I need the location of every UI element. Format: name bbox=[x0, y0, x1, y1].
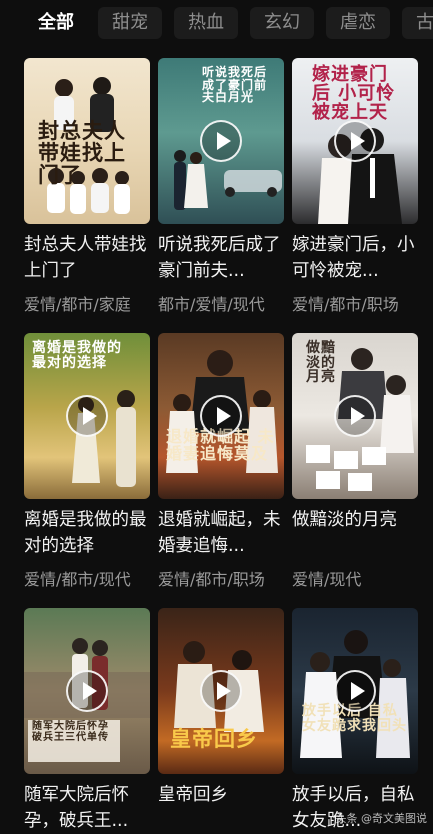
play-icon[interactable] bbox=[66, 395, 108, 437]
poster-title: 听说我死后成了豪门前夫白月光 bbox=[202, 65, 268, 105]
drama-poster[interactable]: 随军大院后怀孕 破兵王三代单传 bbox=[24, 608, 150, 774]
drama-title[interactable]: 做黯淡的月亮 bbox=[292, 507, 420, 559]
drama-tags: 爱情/都市/现代 bbox=[24, 570, 131, 589]
tab-sweet-romance[interactable]: 甜宠 bbox=[98, 7, 162, 39]
drama-title[interactable]: 离婚是我做的最对的选择 bbox=[24, 507, 152, 559]
drama-poster[interactable]: 嫁进豪门后 小可怜被宠上天 bbox=[292, 58, 418, 224]
drama-title[interactable]: 皇帝回乡 bbox=[158, 782, 286, 834]
drama-poster[interactable]: 做黯淡的月亮 bbox=[292, 333, 418, 499]
drama-poster[interactable]: 放手以后 自私女友跪求我回头 bbox=[292, 608, 418, 774]
tab-ancient[interactable]: 古 bbox=[402, 7, 433, 39]
play-icon[interactable] bbox=[200, 120, 242, 162]
poster-title: 皇帝回乡 bbox=[170, 726, 258, 751]
drama-tags: 都市/爱情/现代 bbox=[158, 295, 265, 314]
play-icon[interactable] bbox=[66, 670, 108, 712]
drama-title[interactable]: 随军大院后怀孕，破兵王... bbox=[24, 782, 152, 834]
poster-title: 封总夫人带娃找上门了 bbox=[38, 118, 126, 188]
drama-poster[interactable]: 退婚就崛起 未婚妻追悔莫及 bbox=[158, 333, 284, 499]
category-tabs: 全部 甜宠 热血 玄幻 虐恋 古 bbox=[0, 0, 433, 46]
poster-title: 随军大院后怀孕 破兵王三代单传 bbox=[32, 721, 109, 743]
tab-all[interactable]: 全部 bbox=[26, 7, 86, 39]
drama-poster[interactable]: 皇帝回乡 bbox=[158, 608, 284, 774]
tab-tragic-love[interactable]: 虐恋 bbox=[326, 7, 390, 39]
drama-poster[interactable]: 封总夫人带娃找上门了 bbox=[24, 58, 150, 224]
play-icon[interactable] bbox=[200, 670, 242, 712]
drama-tags: 爱情/都市/家庭 bbox=[24, 295, 131, 314]
play-icon[interactable] bbox=[200, 395, 242, 437]
drama-tags: 爱情/都市/职场 bbox=[158, 570, 265, 589]
watermark: 头条 @奇文美图说 bbox=[335, 812, 428, 825]
tab-hot-blood[interactable]: 热血 bbox=[174, 7, 238, 39]
tab-fantasy[interactable]: 玄幻 bbox=[250, 7, 314, 39]
poster-title: 嫁进豪门后 小可怜被宠上天 bbox=[312, 64, 396, 123]
drama-tags: 爱情/都市/职场 bbox=[292, 295, 399, 314]
play-icon[interactable] bbox=[334, 395, 376, 437]
drama-title[interactable]: 放手以后，自私女友跪... bbox=[292, 782, 420, 834]
poster-title: 做黯淡的月亮 bbox=[306, 340, 336, 386]
drama-tags: 爱情/现代 bbox=[292, 570, 362, 589]
drama-title[interactable]: 封总夫人带娃找上门了 bbox=[24, 232, 152, 284]
drama-poster[interactable]: 听说我死后成了豪门前夫白月光 bbox=[158, 58, 284, 224]
drama-title[interactable]: 听说我死后成了豪门前夫... bbox=[158, 232, 286, 284]
drama-title[interactable]: 嫁进豪门后，小可怜被宠... bbox=[292, 232, 420, 284]
poster-title: 离婚是我做的最对的选择 bbox=[32, 340, 122, 371]
drama-poster[interactable]: 离婚是我做的最对的选择 bbox=[24, 333, 150, 499]
play-icon[interactable] bbox=[334, 670, 376, 712]
play-icon[interactable] bbox=[334, 120, 376, 162]
drama-title[interactable]: 退婚就崛起，未婚妻追悔... bbox=[158, 507, 286, 559]
